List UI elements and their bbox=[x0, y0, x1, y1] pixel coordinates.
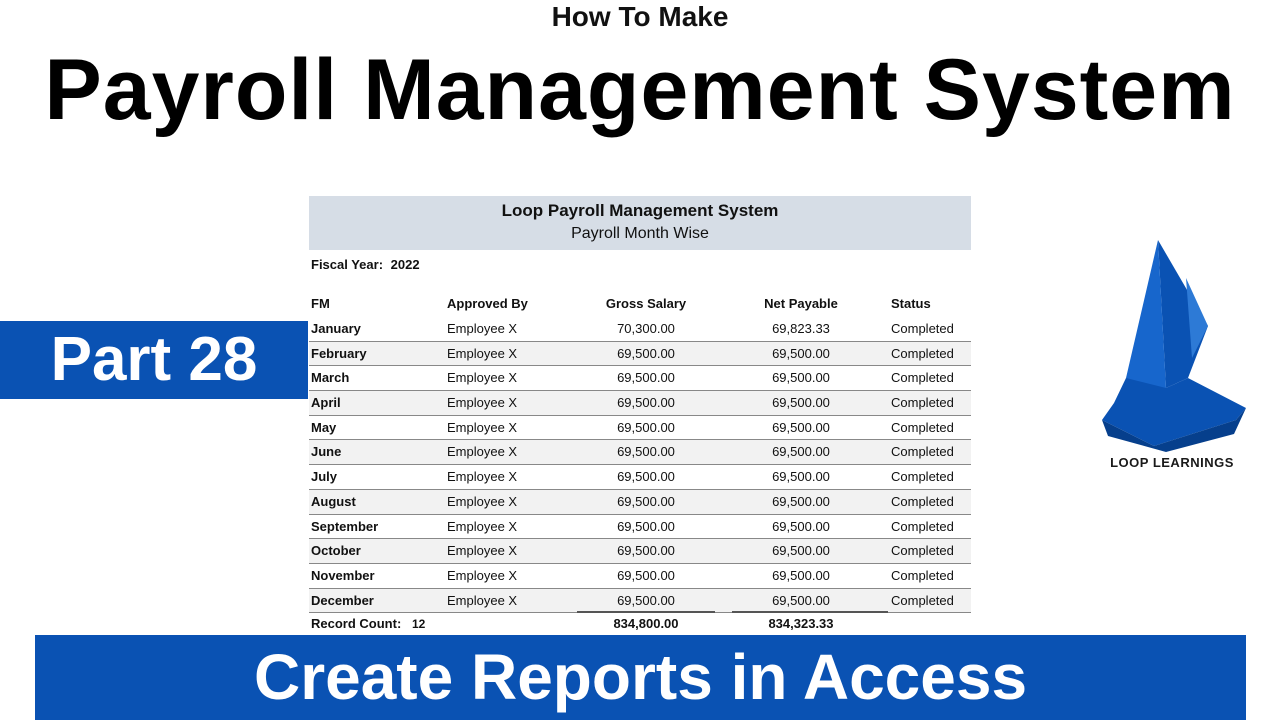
cell-status: Completed bbox=[891, 395, 954, 411]
cell-gross-salary: 69,500.00 bbox=[617, 518, 675, 534]
video-kicker: How To Make bbox=[551, 1, 729, 32]
table-row: June Employee X 69,500.00 69,500.00 Complete… bbox=[309, 440, 971, 466]
cell-approved-by: Employee X bbox=[447, 419, 518, 435]
cell-gross-salary: 69,500.00 bbox=[617, 419, 675, 435]
cell-fm: June bbox=[311, 444, 342, 460]
column-header-gross-salary: Gross Salary bbox=[605, 296, 687, 311]
cell-net-payable: 69,500.00 bbox=[772, 493, 830, 509]
table-row: September Employee X 69,500.00 69,500.00 Com… bbox=[309, 515, 971, 540]
report-header: Loop Payroll Management System Payroll M… bbox=[309, 196, 971, 250]
report-subtitle: Payroll Month Wise bbox=[571, 225, 709, 242]
cell-approved-by: Employee X bbox=[447, 543, 518, 559]
cell-net-payable: 69,823.33 bbox=[772, 321, 830, 336]
cell-approved-by: Employee X bbox=[447, 518, 518, 534]
part-banner: Part 28 bbox=[0, 321, 308, 399]
table-row: July Employee X 69,500.00 69,500.00 Complete… bbox=[309, 465, 971, 490]
cell-fm: December bbox=[311, 592, 374, 608]
record-count-value: 12 bbox=[412, 617, 426, 631]
column-header-net-payable: Net Payable bbox=[764, 296, 838, 311]
cell-approved-by: Employee X bbox=[447, 370, 518, 386]
cell-net-payable: 69,500.00 bbox=[772, 419, 830, 435]
cell-fm: January bbox=[311, 321, 361, 336]
cell-net-payable: 69,500.00 bbox=[772, 469, 830, 485]
cell-fm: November bbox=[311, 567, 375, 583]
cell-fm: February bbox=[311, 345, 367, 361]
cell-fm: July bbox=[311, 469, 338, 485]
cell-gross-salary: 69,500.00 bbox=[617, 345, 675, 361]
fiscal-year-value: 2022 bbox=[390, 257, 420, 272]
gross-salary-total: 834,800.00 bbox=[613, 616, 679, 631]
cell-status: Completed bbox=[891, 518, 954, 534]
table-row: April Employee X 69,500.00 69,500.00 Complet… bbox=[309, 391, 971, 416]
cell-status: Completed bbox=[891, 493, 954, 509]
cell-status: Completed bbox=[891, 567, 954, 583]
table-row: March Employee X 69,500.00 69,500.00 Complet… bbox=[309, 366, 971, 392]
table-row: February Employee X 69,500.00 69,500.00 Comp… bbox=[309, 341, 971, 367]
net-total-rule bbox=[732, 611, 888, 613]
cell-net-payable: 69,500.00 bbox=[772, 444, 830, 460]
cell-fm: August bbox=[311, 493, 356, 509]
cell-status: Completed bbox=[891, 321, 954, 336]
net-payable-total: 834,323.33 bbox=[768, 616, 834, 631]
cell-net-payable: 69,500.00 bbox=[772, 345, 830, 361]
cell-gross-salary: 69,500.00 bbox=[617, 493, 675, 509]
report-rows: January Employee X 70,300.00 69,823.33 Compl… bbox=[309, 317, 971, 614]
cell-net-payable: 69,500.00 bbox=[772, 567, 830, 583]
brand-name: LOOP LEARNINGS bbox=[1110, 455, 1234, 470]
table-row: August Employee X 69,500.00 69,500.00 Comple… bbox=[309, 489, 971, 515]
cell-status: Completed bbox=[891, 370, 954, 386]
cell-gross-salary: 69,500.00 bbox=[617, 567, 675, 583]
fiscal-year: Fiscal Year: 2022 bbox=[311, 257, 420, 272]
payroll-report: Loop Payroll Management System Payroll M… bbox=[309, 196, 971, 631]
cell-net-payable: 69,500.00 bbox=[772, 395, 830, 411]
column-header-fm: FM bbox=[311, 296, 330, 311]
table-row: January Employee X 70,300.00 69,823.33 Compl… bbox=[309, 317, 971, 342]
fiscal-year-label: Fiscal Year: bbox=[311, 257, 384, 272]
cell-fm: September bbox=[311, 518, 379, 534]
report-title: Loop Payroll Management System bbox=[501, 201, 779, 220]
cell-fm: May bbox=[311, 419, 337, 435]
cell-approved-by: Employee X bbox=[447, 345, 518, 361]
cell-approved-by: Employee X bbox=[447, 469, 518, 485]
bottom-banner: Create Reports in Access bbox=[35, 635, 1246, 720]
cell-gross-salary: 69,500.00 bbox=[617, 444, 675, 460]
cell-gross-salary: 69,500.00 bbox=[617, 469, 675, 485]
cell-fm: October bbox=[311, 543, 361, 559]
column-header-status: Status bbox=[891, 296, 931, 311]
report-totals: Record Count: 12 834,800.00 834,323.33 bbox=[309, 616, 971, 634]
cell-fm: March bbox=[311, 370, 350, 386]
loop-learnings-logo-icon bbox=[1102, 240, 1246, 452]
cell-net-payable: 69,500.00 bbox=[772, 518, 830, 534]
cell-fm: April bbox=[311, 395, 341, 411]
cell-approved-by: Employee X bbox=[447, 395, 518, 411]
cell-status: Completed bbox=[891, 444, 954, 460]
cell-approved-by: Employee X bbox=[447, 321, 518, 336]
cell-net-payable: 69,500.00 bbox=[772, 543, 830, 559]
cell-approved-by: Employee X bbox=[447, 592, 518, 608]
cell-approved-by: Employee X bbox=[447, 567, 518, 583]
cell-net-payable: 69,500.00 bbox=[772, 370, 830, 386]
cell-gross-salary: 69,500.00 bbox=[617, 543, 675, 559]
cell-gross-salary: 69,500.00 bbox=[617, 395, 675, 411]
record-count-label: Record Count: bbox=[311, 616, 402, 631]
cell-approved-by: Employee X bbox=[447, 493, 518, 509]
cell-status: Completed bbox=[891, 592, 954, 608]
cell-net-payable: 69,500.00 bbox=[772, 592, 830, 608]
cell-gross-salary: 69,500.00 bbox=[617, 370, 675, 386]
table-row: December Employee X 69,500.00 69,500.00 Comp… bbox=[309, 588, 971, 614]
cell-status: Completed bbox=[891, 469, 954, 485]
cell-gross-salary: 69,500.00 bbox=[617, 592, 675, 608]
cell-status: Completed bbox=[891, 543, 954, 559]
gross-total-rule bbox=[577, 611, 715, 613]
table-row: October Employee X 69,500.00 69,500.00 Compl… bbox=[309, 539, 971, 564]
cell-status: Completed bbox=[891, 419, 954, 435]
table-row: November Employee X 69,500.00 69,500.00 Comp… bbox=[309, 564, 971, 589]
column-header-approved-by: Approved By bbox=[447, 296, 528, 311]
video-headline: Payroll Management System bbox=[44, 42, 1236, 138]
cell-gross-salary: 70,300.00 bbox=[617, 321, 675, 336]
table-row: May Employee X 69,500.00 69,500.00 Completed bbox=[309, 416, 971, 441]
cell-approved-by: Employee X bbox=[447, 444, 518, 460]
report-column-headers: FM Approved By Gross Salary Net Payable … bbox=[309, 296, 971, 314]
cell-status: Completed bbox=[891, 345, 954, 361]
